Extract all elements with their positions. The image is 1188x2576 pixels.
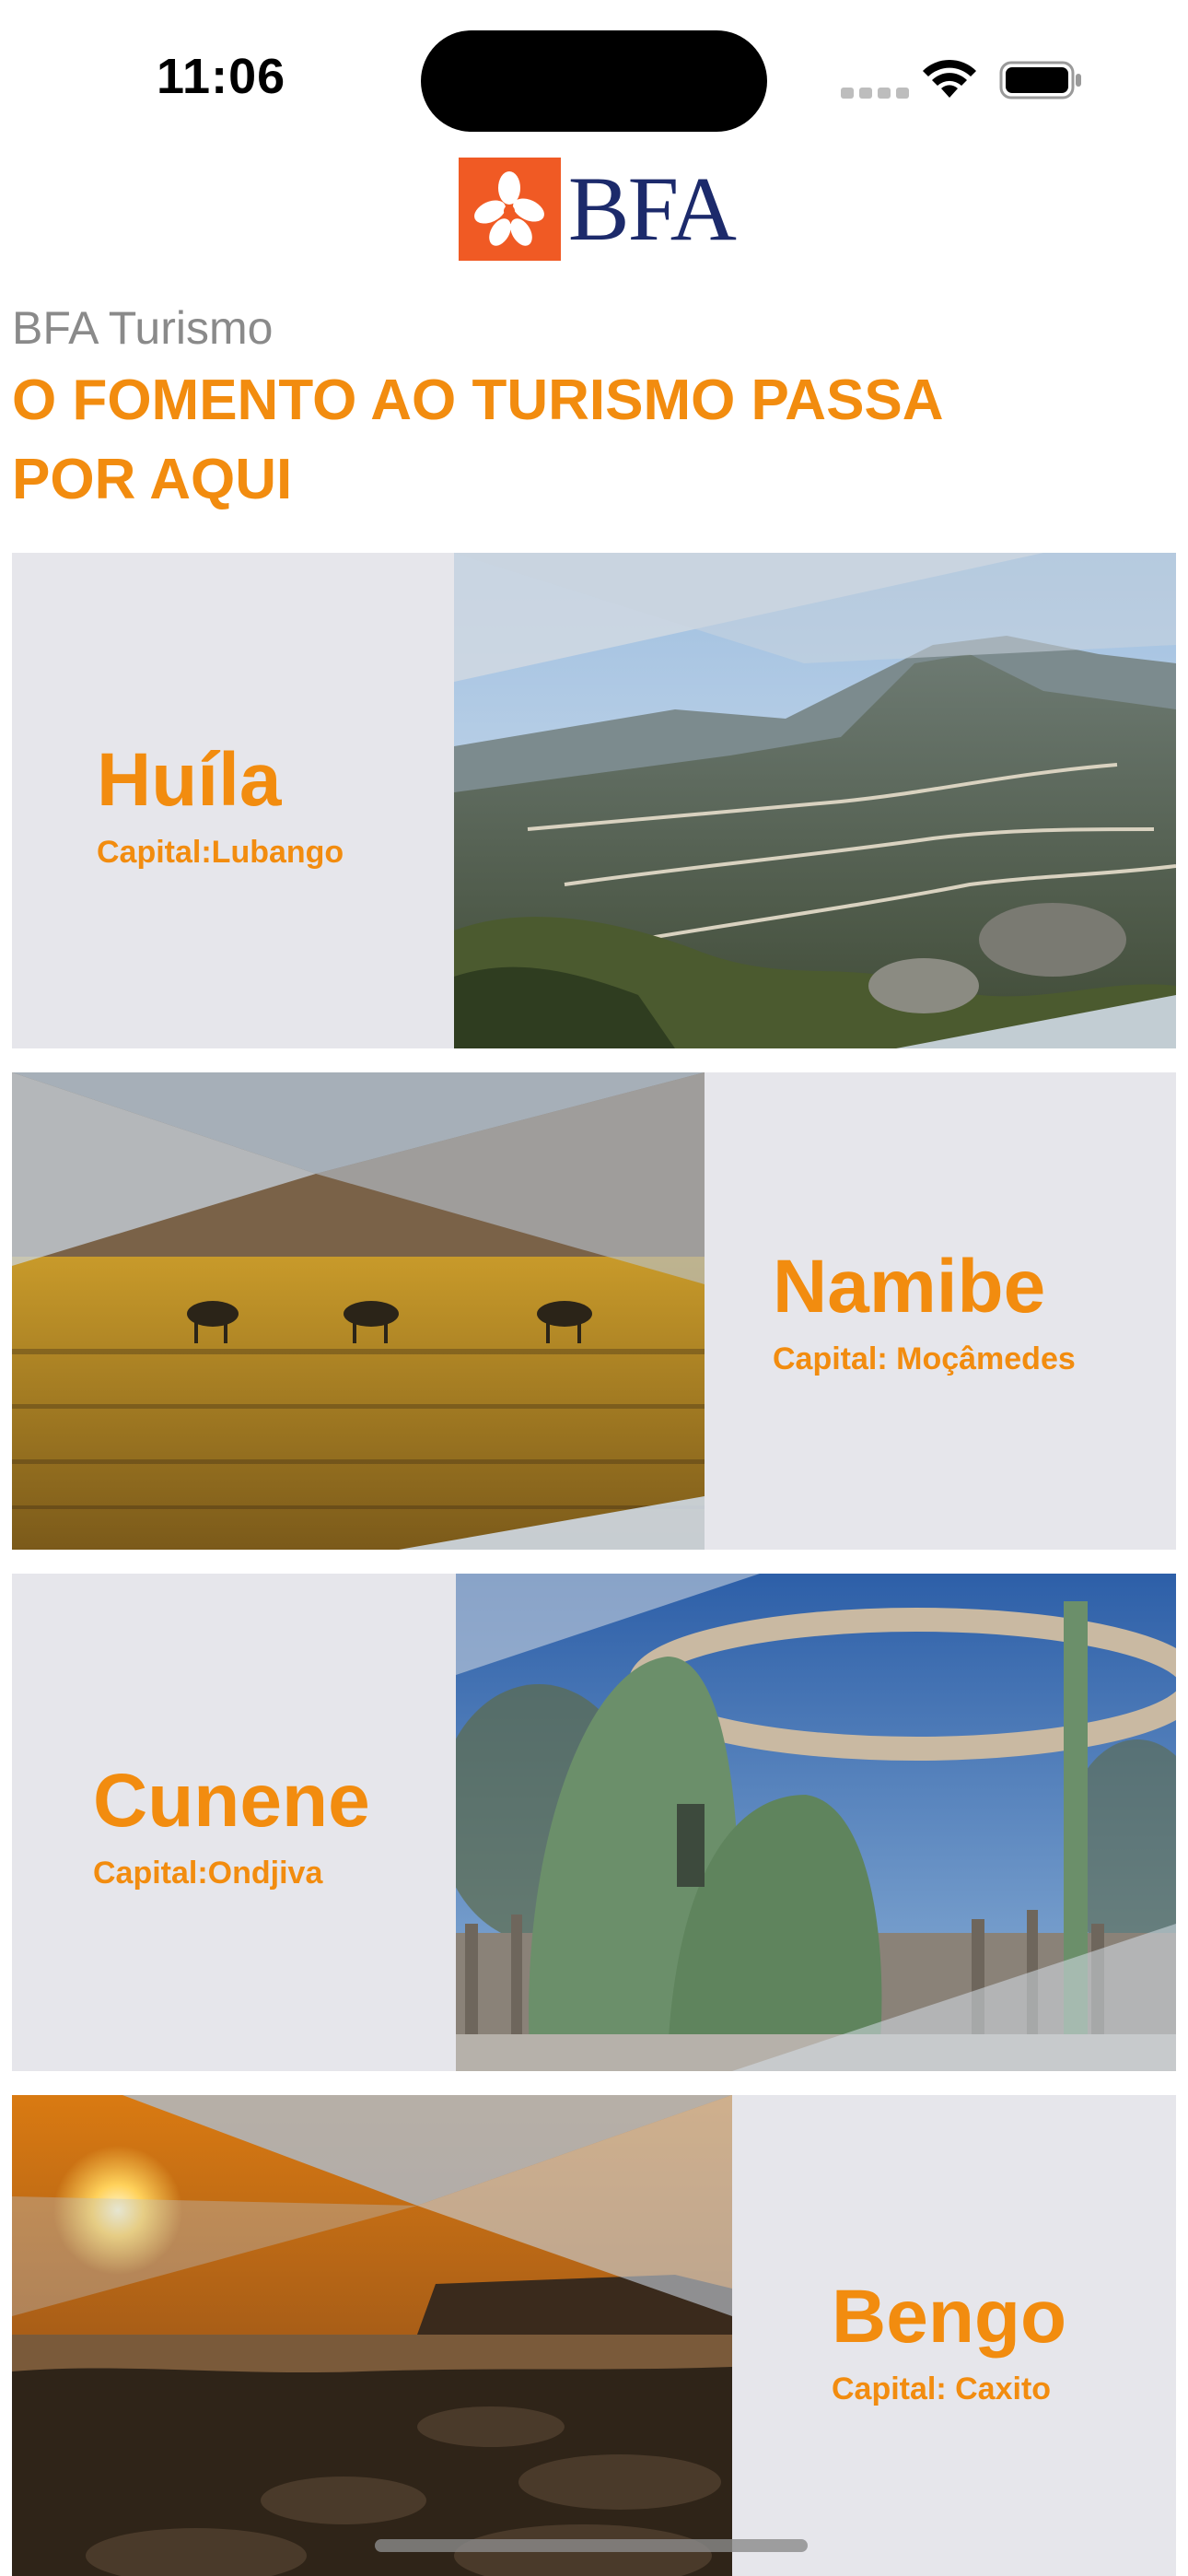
- cellular-signal-icon: [841, 88, 909, 99]
- status-time: 11:06: [157, 49, 286, 104]
- province-photo-savanna: [12, 1072, 705, 1550]
- province-capital: Capital: Caxito: [832, 2371, 1052, 2406]
- card-text: Cunene Capital:Ondjiva: [93, 1763, 370, 1891]
- province-card-cunene[interactable]: Cunene Capital:Ondjiva: [12, 1574, 1176, 2071]
- bfa-logo-text: BFA: [567, 158, 737, 260]
- card-text: Huíla Capital:Lubango: [97, 743, 344, 871]
- province-card-namibe[interactable]: Namibe Capital: Moçâmedes: [12, 1072, 1176, 1550]
- battery-icon: [999, 61, 1081, 100]
- province-capital: Capital: Moçâmedes: [773, 1341, 1076, 1376]
- province-name: Huíla: [97, 738, 282, 822]
- province-capital: Capital:Lubango: [97, 835, 344, 870]
- province-card-huila[interactable]: Huíla Capital:Lubango: [12, 553, 1176, 1048]
- province-name: Cunene: [93, 1759, 370, 1843]
- card-text: Namibe Capital: Moçâmedes: [773, 1249, 1076, 1377]
- dynamic-island: [421, 30, 767, 132]
- wifi-icon: [923, 59, 976, 98]
- province-photo-sunset-coast: [12, 2095, 732, 2576]
- province-photo-mountains: [454, 553, 1176, 1048]
- bfa-flower-icon: [459, 158, 561, 261]
- screen: 11:06 BFA BFA Turismo O FOMENTO AO TURIS…: [0, 0, 1188, 2576]
- card-text: Bengo Capital: Caxito: [832, 2279, 1066, 2407]
- status-bar: 11:06: [0, 0, 1188, 157]
- province-photo-monument: [456, 1574, 1176, 2071]
- province-name: Bengo: [832, 2275, 1067, 2359]
- home-indicator[interactable]: [375, 2539, 808, 2552]
- province-capital: Capital:Ondjiva: [93, 1856, 323, 1891]
- bfa-logo: BFA: [459, 158, 737, 261]
- province-card-bengo[interactable]: Bengo Capital: Caxito: [12, 2095, 1176, 2576]
- page-headline: O FOMENTO AO TURISMO PASSA POR AQUI: [12, 369, 942, 511]
- section-subtitle: BFA Turismo: [12, 302, 274, 354]
- province-name: Namibe: [773, 1245, 1046, 1329]
